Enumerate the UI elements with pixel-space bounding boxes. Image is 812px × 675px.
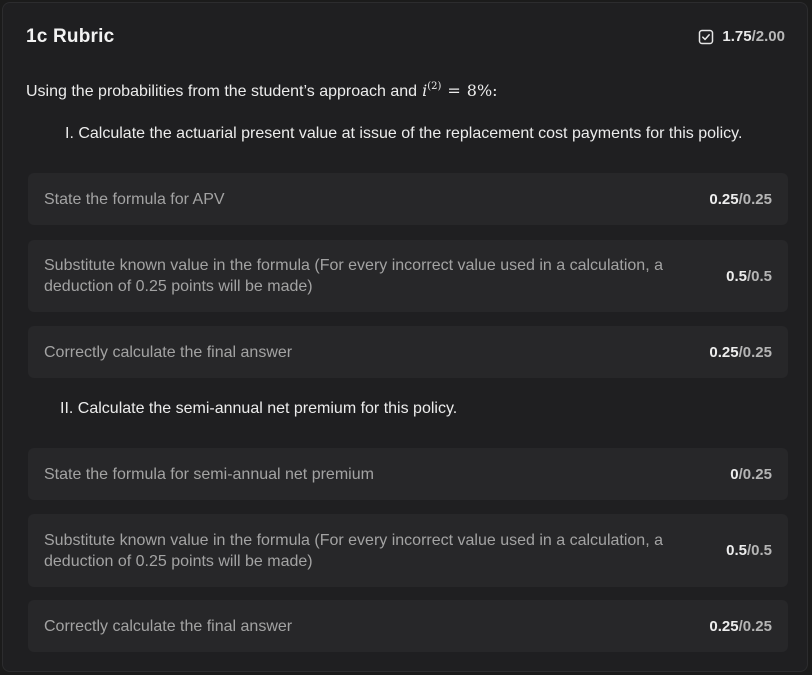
criterion-label: Substitute known value in the formula (F…	[44, 531, 663, 570]
total-score-badge: 1.75/2.00	[698, 28, 785, 45]
intro-text: Using the probabilities from the student…	[26, 83, 418, 100]
criterion-score: 0.5/0.5	[726, 542, 772, 559]
criterion-row: State the formula for APV 0.25/0.25	[28, 173, 788, 225]
criterion-row: Correctly calculate the final answer 0.2…	[28, 600, 788, 652]
total-score-earned: 1.75	[722, 28, 752, 45]
criterion-score-earned: 0.5	[726, 267, 747, 285]
criterion-score-earned: 0.25	[709, 617, 739, 635]
criterion-score-max: /0.5	[746, 267, 772, 285]
math-eq: =	[447, 81, 461, 100]
criterion-score: 0.25/0.25	[709, 344, 772, 361]
criterion-score-max: /0.25	[738, 465, 772, 483]
criterion-label: Correctly calculate the final answer	[44, 617, 293, 635]
criterion-score-max: /0.25	[738, 617, 772, 635]
criterion-row: State the formula for semi-annual net pr…	[28, 448, 788, 500]
math-value: 8%:	[466, 81, 498, 100]
math-sup: (2)	[427, 81, 442, 92]
total-score-max: /2.00	[751, 28, 785, 45]
rubric-intro: Using the probabilities from the student…	[26, 81, 498, 101]
criterion-score-earned: 0.5	[726, 542, 747, 559]
criterion-row: Correctly calculate the final answer 0.2…	[28, 326, 788, 378]
criterion-score-max: /0.25	[738, 190, 772, 208]
interest-rate-formula: i(2) = 8%:	[422, 81, 497, 100]
check-square-icon	[699, 29, 714, 44]
criterion-label: Substitute known value in the formula (F…	[44, 257, 663, 295]
criterion-score-max: /0.25	[738, 343, 772, 361]
criterion-score-earned: 0.25	[709, 343, 739, 361]
criterion-row: Substitute known value in the formula (F…	[28, 514, 788, 587]
criterion-label: State the formula for APV	[44, 190, 225, 208]
total-score: 1.75/2.00	[722, 28, 785, 45]
question-1: I. Calculate the actuarial present value…	[65, 125, 743, 142]
criterion-score-earned: 0	[730, 465, 739, 483]
criterion-score: 0.25/0.25	[709, 618, 772, 635]
criterion-row: Substitute known value in the formula (F…	[28, 240, 788, 312]
criterion-score: 0/0.25	[730, 466, 772, 483]
rubric-panel: 1c Rubric 1.75/2.00 Using the probabilit…	[2, 2, 808, 672]
criterion-score-max: /0.5	[746, 542, 772, 559]
criterion-score-earned: 0.25	[709, 190, 739, 208]
criterion-score: 0.25/0.25	[709, 191, 772, 208]
criterion-score: 0.5/0.5	[726, 268, 772, 285]
rubric-title: 1c Rubric	[26, 26, 115, 47]
criterion-label: Correctly calculate the final answer	[44, 343, 293, 361]
question-2: II. Calculate the semi-annual net premiu…	[60, 400, 458, 417]
criterion-label: State the formula for semi-annual net pr…	[44, 465, 374, 483]
